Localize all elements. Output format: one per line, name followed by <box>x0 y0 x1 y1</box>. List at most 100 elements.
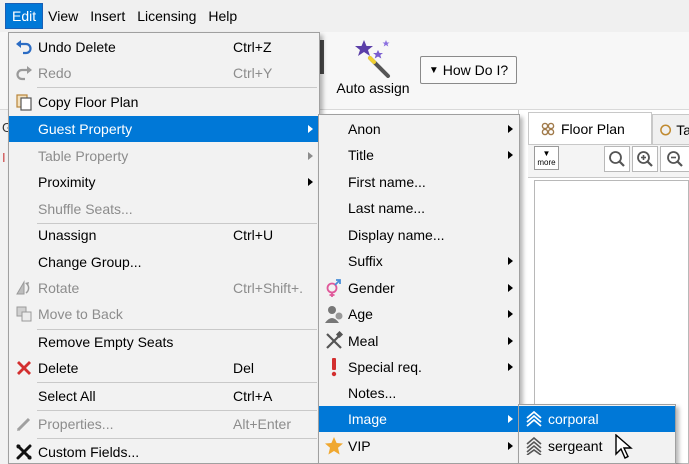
menu-item-guest-property[interactable]: Guest Property <box>9 116 319 142</box>
redo-icon <box>13 63 35 83</box>
menu-item-shortcut: Ctrl+Y <box>233 65 273 81</box>
floor-plan-icon <box>541 122 555 135</box>
menu-item-remove-empty-seats[interactable]: Remove Empty Seats <box>9 329 319 355</box>
tab-floor-plan[interactable]: Floor Plan <box>528 112 652 144</box>
corporal-chevron-icon <box>523 409 545 429</box>
edit-menu: Undo Delete Ctrl+Z Redo Ctrl+Y Copy Floo… <box>8 32 320 464</box>
menu-item-suffix[interactable]: Suffix <box>319 248 519 274</box>
menu-item-label: Undo Delete <box>38 39 116 55</box>
submenu-arrow-icon <box>508 125 513 133</box>
menu-item-shortcut: Ctrl+A <box>233 388 273 404</box>
tab-table[interactable]: Ta <box>652 114 689 144</box>
menu-item-meal[interactable]: Meal <box>319 328 519 354</box>
sergeant-chevron-icon <box>523 436 545 456</box>
undo-icon <box>13 37 35 57</box>
menu-item-corporal[interactable]: corporal <box>519 406 675 432</box>
menu-insert[interactable]: Insert <box>84 4 131 28</box>
menu-item-label: Guest Property <box>38 121 133 137</box>
menu-item-label: Copy Floor Plan <box>38 94 139 110</box>
menu-item-special-req[interactable]: Special req. <box>319 354 519 380</box>
menu-item-image[interactable]: Image <box>319 406 519 432</box>
menu-bar: Edit View Insert Licensing Help <box>0 0 689 32</box>
menu-item-label: Anon <box>348 121 381 137</box>
menu-item-shortcut: Del <box>233 360 255 376</box>
submenu-arrow-icon <box>508 442 513 450</box>
menu-item-notes[interactable]: Notes... <box>319 380 519 406</box>
menu-item-proximity[interactable]: Proximity <box>9 169 319 195</box>
menu-item-properties[interactable]: Properties... Alt+Enter <box>9 411 319 437</box>
ghost-label: I <box>2 150 6 165</box>
mouse-pointer-icon <box>615 434 633 459</box>
menu-item-unassign[interactable]: Unassign Ctrl+U <box>9 222 319 248</box>
submenu-arrow-icon <box>508 257 513 265</box>
menu-item-table-property[interactable]: Table Property <box>9 143 319 169</box>
auto-assign-button[interactable]: Auto assign <box>330 36 416 102</box>
menu-item-label: Properties... <box>38 416 114 432</box>
menu-help[interactable]: Help <box>202 4 243 28</box>
menu-item-redo[interactable]: Redo Ctrl+Y <box>9 60 319 86</box>
menu-item-copy-floor-plan[interactable]: Copy Floor Plan <box>9 89 319 115</box>
move-back-icon <box>13 304 35 324</box>
guest-property-submenu: Anon Title First name... Last name... Di… <box>318 114 520 464</box>
menu-item-title[interactable]: Title <box>319 142 519 168</box>
menu-item-display-name[interactable]: Display name... <box>319 222 519 248</box>
menu-item-delete[interactable]: Delete Del <box>9 355 319 381</box>
menu-item-label: Remove Empty Seats <box>38 334 174 350</box>
menu-item-label: Title <box>348 147 374 163</box>
menu-item-select-all[interactable]: Select All Ctrl+A <box>9 383 319 409</box>
submenu-arrow-icon <box>508 337 513 345</box>
menu-item-undo-delete[interactable]: Undo Delete Ctrl+Z <box>9 34 319 60</box>
menu-item-label: VIP <box>348 438 371 454</box>
menu-item-label: Shuffle Seats... <box>38 201 133 217</box>
submenu-arrow-icon <box>508 415 513 423</box>
zoom-out-icon <box>667 151 683 167</box>
menu-item-label: Move to Back <box>38 306 123 322</box>
menu-item-label: Unassign <box>38 227 97 243</box>
zoom-fit-button[interactable] <box>604 146 630 172</box>
menu-item-shuffle-seats[interactable]: Shuffle Seats... <box>9 196 319 222</box>
menu-item-label: sergeant <box>548 438 603 454</box>
how-do-i-label: How Do I? <box>442 62 509 78</box>
menu-item-shortcut: Ctrl+Shift+. <box>233 280 304 296</box>
submenu-arrow-icon <box>308 152 313 160</box>
menu-item-shortcut: Ctrl+U <box>233 227 274 243</box>
menu-item-move-to-back[interactable]: Move to Back <box>9 301 319 327</box>
menu-item-anon[interactable]: Anon <box>319 116 519 142</box>
menu-item-rotate[interactable]: Rotate Ctrl+Shift+. <box>9 275 319 301</box>
menu-item-vip[interactable]: VIP <box>319 433 519 459</box>
menu-item-change-group[interactable]: Change Group... <box>9 249 319 275</box>
more-button[interactable]: ▼ more <box>534 146 559 170</box>
menu-item-shortcut: Alt+Enter <box>233 416 291 432</box>
zoom-out-button[interactable] <box>660 146 689 172</box>
menu-item-sergeant[interactable]: sergeant <box>519 433 675 459</box>
submenu-arrow-icon <box>508 310 513 318</box>
menu-item-age[interactable]: Age <box>319 301 519 327</box>
auto-assign-label: Auto assign <box>336 80 410 96</box>
menu-item-label: Rotate <box>38 280 80 296</box>
menu-item-label: Custom Fields... <box>38 444 140 460</box>
menu-item-label: Suffix <box>348 253 383 269</box>
menu-separator <box>37 87 317 88</box>
menu-item-label: Special req. <box>348 359 422 375</box>
submenu-arrow-icon <box>508 151 513 159</box>
image-submenu: corporal sergeant <box>518 404 676 464</box>
menu-licensing[interactable]: Licensing <box>131 4 202 28</box>
menu-item-last-name[interactable]: Last name... <box>319 195 519 221</box>
menu-item-label: Notes... <box>348 385 397 401</box>
table-tab-icon <box>660 124 672 135</box>
menu-item-label: First name... <box>348 174 426 190</box>
menu-item-label: corporal <box>548 411 599 427</box>
menu-item-first-name[interactable]: First name... <box>319 169 519 195</box>
star-icon <box>323 436 345 456</box>
menu-item-label: Meal <box>348 333 379 349</box>
more-label: more <box>537 158 556 167</box>
zoom-in-button[interactable] <box>632 146 658 172</box>
rotate-icon <box>13 278 35 298</box>
menu-item-gender[interactable]: Gender <box>319 275 519 301</box>
how-do-i-button[interactable]: ▼ How Do I? <box>420 56 517 84</box>
menu-item-custom-fields[interactable]: Custom Fields... <box>9 439 319 464</box>
menu-edit[interactable]: Edit <box>4 3 44 29</box>
tab-table-label: Ta <box>676 121 689 138</box>
menu-view[interactable]: View <box>42 4 84 28</box>
menu-item-label: Change Group... <box>38 254 142 270</box>
